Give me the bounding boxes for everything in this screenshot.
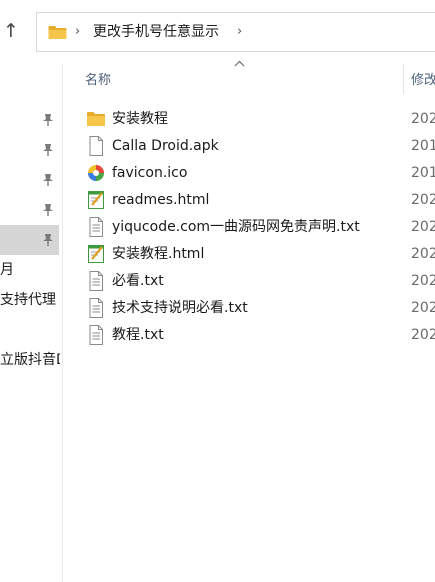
pin-icon[interactable] — [42, 203, 54, 217]
text-file-icon — [89, 217, 103, 237]
html-file-icon — [88, 245, 104, 263]
text-file-icon — [89, 325, 103, 345]
file-name[interactable]: Calla Droid.apk — [112, 137, 219, 155]
nav-item-label[interactable]: 支持代理 — [0, 291, 60, 309]
column-header-name[interactable]: 名称 — [85, 72, 111, 90]
column-header-date[interactable]: 修改 — [411, 72, 435, 90]
text-file-icon — [89, 271, 103, 291]
pin-icon[interactable] — [42, 113, 54, 127]
column-separator[interactable] — [403, 64, 404, 94]
folder-icon — [87, 112, 105, 126]
file-date: 202 — [411, 327, 435, 343]
nav-divider — [62, 64, 63, 582]
file-name[interactable]: favicon.ico — [112, 164, 187, 182]
file-date: 202 — [411, 273, 435, 289]
file-row[interactable]: favicon.ico 201 — [85, 160, 435, 186]
file-row[interactable]: 必看.txt 202 — [85, 268, 435, 294]
file-name[interactable]: 教程.txt — [112, 326, 164, 344]
folder-icon — [48, 26, 67, 39]
pin-icon[interactable] — [42, 143, 54, 157]
file-name[interactable]: 技术支持说明必看.txt — [112, 299, 248, 317]
pin-icon[interactable] — [42, 233, 54, 247]
file-date: 202 — [411, 192, 435, 208]
file-date: 202 — [411, 219, 435, 235]
file-row[interactable]: yiqucode.com一曲源码网免责声明.txt 202 — [85, 214, 435, 240]
pin-icon[interactable] — [42, 173, 54, 187]
file-row[interactable]: readmes.html 202 — [85, 187, 435, 213]
blank-file-icon — [89, 136, 103, 156]
html-file-icon — [88, 191, 104, 209]
file-name[interactable]: 必看.txt — [112, 272, 164, 290]
nav-item-label[interactable]: 月 — [0, 261, 58, 279]
file-name[interactable]: readmes.html — [112, 191, 209, 209]
file-row[interactable]: 教程.txt 202 — [85, 322, 435, 348]
file-date: 202 — [411, 300, 435, 316]
navigation-pane — [0, 64, 62, 582]
file-name[interactable]: 安装教程 — [112, 110, 168, 128]
nav-item-label[interactable]: 立版抖音D — [0, 351, 60, 369]
file-date: 201 — [411, 165, 435, 181]
file-name[interactable]: yiqucode.com一曲源码网免责声明.txt — [112, 218, 360, 236]
address-bar[interactable]: › 更改手机号任意显示 › — [36, 12, 435, 52]
breadcrumb-current-folder[interactable]: 更改手机号任意显示 — [93, 22, 219, 42]
text-file-icon — [89, 298, 103, 318]
colorful-ball-icon — [88, 165, 104, 181]
file-row[interactable]: 技术支持说明必看.txt 202 — [85, 295, 435, 321]
breadcrumb-chevron-icon[interactable]: › — [237, 22, 242, 42]
sort-ascending-icon[interactable] — [234, 60, 245, 67]
file-row[interactable]: Calla Droid.apk 201 — [85, 133, 435, 159]
file-date: 201 — [411, 138, 435, 154]
file-date: 202 — [411, 111, 435, 127]
file-row[interactable]: 安装教程 202 — [85, 106, 435, 132]
file-row[interactable]: 安装教程.html 202 — [85, 241, 435, 267]
breadcrumb-chevron-icon[interactable]: › — [75, 22, 80, 42]
file-name[interactable]: 安装教程.html — [112, 245, 204, 263]
up-arrow-icon[interactable]: ↑ — [0, 18, 22, 44]
file-date: 202 — [411, 246, 435, 262]
